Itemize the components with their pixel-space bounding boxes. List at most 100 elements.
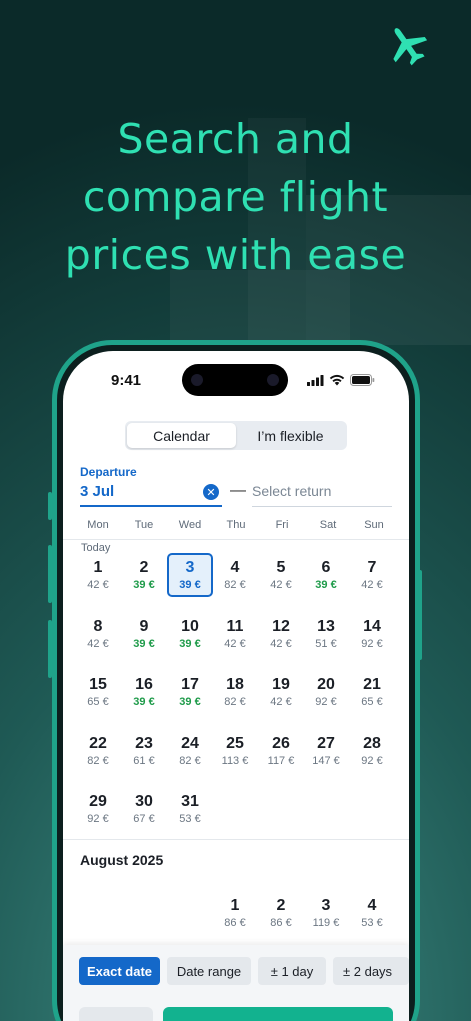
day-number: 8 (93, 617, 103, 635)
date-cell[interactable]: 26 117 € (258, 729, 304, 773)
date-cell[interactable]: 14 92 € (349, 612, 395, 656)
day-number: 25 (226, 734, 244, 752)
day-price: 42 € (270, 637, 292, 650)
date-cell[interactable]: 1 86 € (212, 891, 258, 935)
view-mode-tabs: Calendar I’m flexible (125, 421, 347, 450)
day-price: 39 € (133, 579, 155, 591)
date-cell[interactable]: 10 39 € (167, 612, 213, 656)
chip-plus-minus-2-days[interactable]: ± 2 days (333, 957, 409, 985)
departure-underline (80, 505, 222, 507)
day-number: 4 (230, 559, 240, 576)
day-number: 29 (89, 793, 107, 810)
date-cell[interactable]: 27 147 € (303, 729, 349, 773)
date-cell[interactable]: 4 53 € (349, 891, 395, 935)
date-cell[interactable]: 11 42 € (212, 612, 258, 656)
date-cell[interactable]: 7 42 € (349, 553, 395, 597)
day-number: 27 (317, 734, 335, 752)
return-input[interactable]: Select return (252, 483, 331, 499)
day-number: 14 (363, 617, 381, 635)
signal-icon (307, 374, 324, 386)
day-number: 24 (181, 734, 199, 752)
tab-flexible[interactable]: I’m flexible (236, 423, 345, 448)
date-cell[interactable]: 16 39 € (121, 670, 167, 714)
camera-icon (267, 374, 279, 386)
date-cell[interactable]: 3 119 € (303, 891, 349, 935)
selected-date-cell[interactable]: 3 39 € (167, 553, 213, 597)
date-cell[interactable]: 20 92 € (303, 670, 349, 714)
day-price: 113 € (221, 754, 249, 767)
date-cell[interactable]: 15 65 € (75, 670, 121, 714)
day-price: 92 € (87, 813, 109, 825)
date-options-bar: Exact date Date range ± 1 day ± 2 days (63, 945, 409, 1021)
day-price: 53 € (179, 813, 201, 825)
airplane-logo-icon (393, 28, 428, 66)
phone-side-button (48, 545, 52, 603)
date-cell[interactable]: 31 53 € (167, 787, 213, 831)
date-cell[interactable]: 29 92 € (75, 787, 121, 831)
month-title: August 2025 (80, 852, 164, 868)
date-cell[interactable]: 8 42 € (75, 612, 121, 656)
day-number: 30 (135, 793, 153, 810)
day-price: 39 € (315, 579, 337, 591)
date-cell[interactable]: 9 39 € (121, 612, 167, 656)
day-price: 39 € (179, 579, 201, 591)
chip-date-range[interactable]: Date range (167, 957, 251, 985)
day-price: 92 € (361, 754, 383, 767)
chip-exact-date[interactable]: Exact date (79, 957, 160, 985)
date-cell[interactable]: 24 82 € (167, 729, 213, 773)
date-cell[interactable]: 21 65 € (349, 670, 395, 714)
date-cell[interactable]: 6 39 € (303, 553, 349, 597)
day-number: 15 (89, 676, 107, 693)
day-number: 22 (89, 734, 107, 752)
day-price: 42 € (87, 637, 109, 650)
date-cell[interactable]: 28 92 € (349, 729, 395, 773)
day-price: 42 € (270, 579, 292, 591)
date-cell[interactable]: 30 67 € (121, 787, 167, 831)
day-price: 82 € (224, 579, 246, 591)
tab-calendar[interactable]: Calendar (127, 423, 236, 448)
day-price: 42 € (87, 579, 109, 591)
day-number: 9 (139, 617, 149, 635)
departure-input[interactable]: 3 Jul (80, 483, 114, 500)
date-cell[interactable]: 17 39 € (167, 670, 213, 714)
date-cell[interactable]: 1 42 € (75, 553, 121, 597)
departure-label: Departure (80, 465, 137, 479)
day-number: 19 (272, 676, 290, 693)
date-cell[interactable]: 5 42 € (258, 553, 304, 597)
status-time: 9:41 (111, 372, 142, 389)
day-price: 82 € (179, 754, 201, 767)
date-cell[interactable]: 4 82 € (212, 553, 258, 597)
date-cell[interactable]: 2 86 € (258, 891, 304, 935)
day-price: 39 € (179, 637, 201, 650)
date-cell[interactable]: 19 42 € (258, 670, 304, 714)
weekday-label: Tue (134, 519, 154, 531)
clear-icon[interactable]: ✕ (203, 484, 219, 500)
date-cell[interactable]: 25 113 € (212, 729, 258, 773)
chip-plus-minus-1-day[interactable]: ± 1 day (258, 957, 326, 985)
date-cell[interactable]: 22 82 € (75, 729, 121, 773)
day-price: 117 € (267, 754, 295, 767)
phone-side-button (48, 620, 52, 678)
date-cell[interactable]: 18 82 € (212, 670, 258, 714)
date-cell[interactable]: 13 51 € (303, 612, 349, 656)
date-cell[interactable]: 2 39 € (121, 553, 167, 597)
phone-screen: 9:41 Calendar I’m flexible Departure 3 J… (63, 351, 409, 1021)
date-cell[interactable]: 12 42 € (258, 612, 304, 656)
day-number: 2 (139, 559, 149, 576)
day-number: 16 (135, 676, 153, 693)
day-number: 4 (367, 897, 377, 914)
day-price: 82 € (87, 754, 109, 767)
date-cell[interactable]: 23 61 € (121, 729, 167, 773)
day-number: 20 (317, 676, 335, 693)
wifi-icon (329, 374, 345, 386)
weekday-label: Fri (275, 519, 289, 531)
status-bar: 9:41 (63, 351, 409, 409)
day-price: 82 € (224, 696, 246, 708)
day-number: 2 (276, 897, 286, 914)
status-icons (307, 374, 375, 386)
weekday-header: Mon Tue Wed Thu Fri Sat Sun (75, 519, 397, 531)
day-number: 3 (321, 897, 331, 914)
day-price: 39 € (133, 637, 155, 650)
secondary-button[interactable] (79, 1007, 153, 1021)
primary-button[interactable] (163, 1007, 393, 1021)
